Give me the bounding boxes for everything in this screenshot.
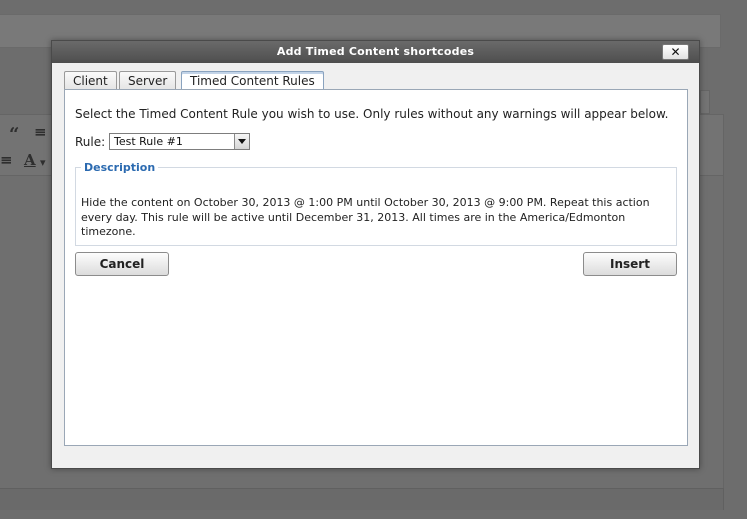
dialog-title-bar: Add Timed Content shortcodes [52, 41, 699, 63]
description-fieldset: Description Hide the content on October … [75, 161, 677, 246]
rule-select[interactable]: Test Rule #1 [109, 133, 250, 150]
close-icon: ✕ [670, 45, 681, 59]
tab-timed-content-rules[interactable]: Timed Content Rules [181, 71, 324, 91]
chevron-down-icon: ▾ [40, 156, 46, 169]
text-color-icon: A [24, 151, 36, 169]
blockquote-icon: “ [9, 124, 20, 145]
insert-button[interactable]: Insert [583, 252, 677, 276]
shortcode-dialog: Add Timed Content shortcodes ✕ Client Se… [51, 40, 700, 469]
rule-label: Rule: [75, 135, 106, 149]
tab-client[interactable]: Client [64, 71, 117, 90]
instructions-text: Select the Timed Content Rule you wish t… [75, 107, 669, 121]
tab-server[interactable]: Server [119, 71, 177, 90]
align-icon: ≡ [34, 123, 47, 141]
background-tab-edge [700, 90, 710, 114]
rule-select-value: Test Rule #1 [114, 135, 183, 148]
justify-icon: ≡ [0, 151, 13, 169]
cancel-button[interactable]: Cancel [75, 252, 169, 276]
dialog-title: Add Timed Content shortcodes [276, 45, 475, 58]
background-status-bar [0, 488, 724, 510]
description-legend: Description [84, 161, 156, 174]
dropdown-arrow-icon[interactable] [234, 134, 249, 149]
tab-panel: Select the Timed Content Rule you wish t… [64, 89, 688, 446]
close-button[interactable]: ✕ [662, 44, 689, 60]
description-text: Hide the content on October 30, 2013 @ 1… [81, 196, 650, 238]
